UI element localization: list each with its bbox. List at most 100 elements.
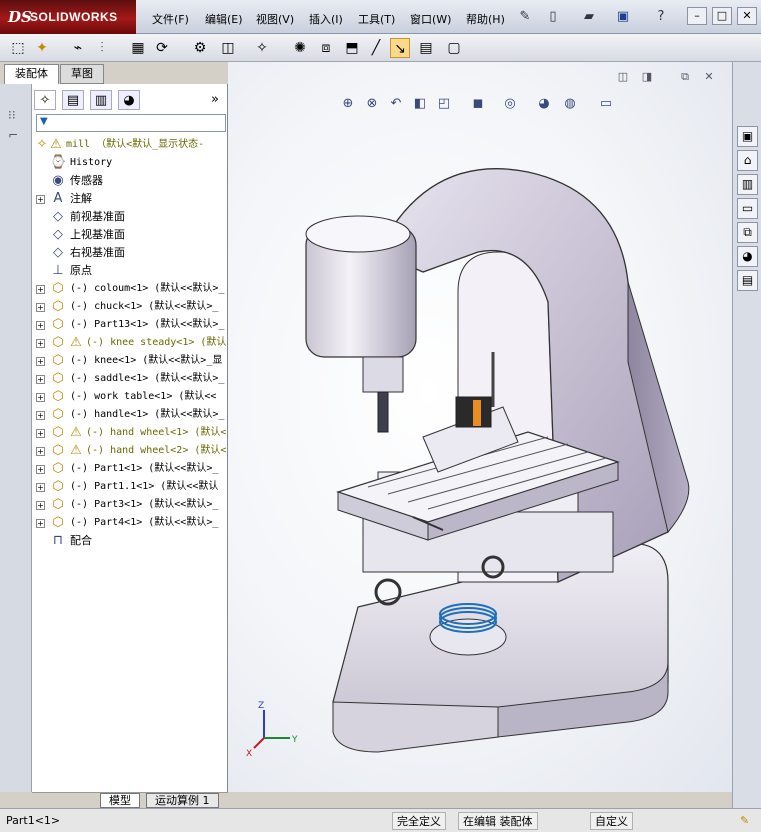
display-manager-icon[interactable]: ◕ — [118, 90, 140, 110]
chuck — [362, 356, 404, 393]
smart-fasteners-icon[interactable]: ⚙ — [190, 38, 210, 58]
tab-motion-study[interactable]: 运动算例 1 — [146, 793, 219, 808]
filter-funnel-icon[interactable]: ▼ — [40, 116, 48, 127]
view-palette-icon[interactable]: ⧉ — [737, 222, 758, 243]
part-icon: ⬡ — [52, 353, 64, 368]
tree-item[interactable]: + ⬡ (-) work table<1> (默认<< — [32, 388, 228, 406]
tree-item[interactable]: ⊓ 配合 — [32, 532, 228, 550]
tree-item[interactable]: + ⬡ (-) Part4<1> (默认<<默认>_ — [32, 514, 228, 532]
line-icon[interactable]: ╱ — [366, 38, 386, 58]
insert-component-icon[interactable]: ⬚ — [8, 38, 28, 58]
dots-icon[interactable]: ⁝⁝ — [8, 108, 24, 124]
expand-toggle-icon[interactable]: + — [36, 483, 45, 492]
file-explorer-icon[interactable]: ▭ — [737, 198, 758, 219]
expand-toggle-icon[interactable]: + — [36, 285, 45, 294]
tree-item[interactable]: + ⬡ (-) chuck<1> (默认<<默认>_ — [32, 298, 228, 316]
menu-file[interactable]: 文件(F) — [152, 11, 189, 27]
tree-item[interactable]: ◇ 右视基准面 — [32, 244, 228, 262]
restore-window-button[interactable]: □ — [712, 7, 732, 25]
mate-icon[interactable]: ⫶ — [92, 38, 112, 58]
expand-toggle-icon[interactable]: + — [36, 375, 45, 384]
help-question-icon[interactable]: ? — [652, 8, 670, 26]
status-custom[interactable]: 自定义 — [590, 812, 633, 830]
tab-sketch[interactable]: 草图 — [60, 64, 104, 84]
tree-item[interactable]: + ⬡ (-) Part3<1> (默认<<默认>_ — [32, 496, 228, 514]
reference-geometry-icon[interactable]: ⬒ — [342, 38, 362, 58]
explode-view-icon[interactable]: ◫ — [218, 38, 238, 58]
home-icon[interactable]: ⌂ — [737, 150, 758, 171]
tree-item[interactable]: + ⬡ (-) knee<1> (默认<<默认>_显 — [32, 352, 228, 370]
tab-assembly[interactable]: 装配体 — [4, 64, 59, 84]
expand-toggle-icon[interactable]: + — [36, 195, 45, 204]
paperclip-icon[interactable]: ⌁ — [68, 38, 88, 58]
mill-assembly-model[interactable]: Z Y X — [228, 62, 732, 792]
appearances-icon[interactable]: ◕ — [737, 246, 758, 267]
menu-edit[interactable]: 编辑(E) — [205, 11, 243, 27]
expand-toggle-icon[interactable]: + — [36, 303, 45, 312]
tree-item-label: (-) coloum<1> (默认<<默认>_ — [70, 283, 225, 294]
tree-item[interactable]: ◉ 传感器 — [32, 172, 228, 190]
menu-insert[interactable]: 插入(I) — [309, 11, 343, 27]
tree-item[interactable]: + ⬡ (-) Part1.1<1> (默认<<默认 — [32, 478, 228, 496]
tree-item[interactable]: ◇ 前视基准面 — [32, 208, 228, 226]
tree-item[interactable]: + ⬡ (-) saddle<1> (默认<<默认>_ — [32, 370, 228, 388]
menu-window[interactable]: 窗口(W) — [410, 11, 451, 27]
tree-item[interactable]: + ⬡ ⚠ (-) knee steady<1> (默认 — [32, 334, 228, 352]
property-manager-icon[interactable]: ▤ — [62, 90, 84, 110]
expand-toggle-icon[interactable]: + — [36, 465, 45, 474]
tree-item[interactable]: + ⬡ ⚠ (-) hand wheel<1> (默认< — [32, 424, 228, 442]
tree-filter[interactable]: ▼ — [36, 114, 226, 132]
tree-root-assembly[interactable]: ✧ ⚠ mill （默认<默认_显示状态- — [32, 136, 228, 154]
sketch-step-icon[interactable]: ⌐ — [8, 128, 24, 144]
open-folder-icon[interactable]: ▰ — [580, 8, 598, 26]
component-pattern-icon[interactable]: ▦ — [128, 38, 148, 58]
menu-view[interactable]: 视图(V) — [256, 11, 294, 27]
tag-icon[interactable]: ✎ — [736, 812, 753, 830]
sketch-icon[interactable]: ✧ — [252, 38, 272, 58]
expand-toggle-icon[interactable]: + — [36, 501, 45, 510]
tree-item[interactable]: ◇ 上视基准面 — [32, 226, 228, 244]
assembly-features-icon[interactable]: ⧈ — [316, 38, 336, 58]
minimize-window-button[interactable]: – — [687, 7, 707, 25]
tab-model[interactable]: 模型 — [100, 793, 140, 808]
selected-tool-icon[interactable]: ↘ — [390, 38, 410, 58]
expand-toggle-icon[interactable]: + — [36, 411, 45, 420]
expand-toggle-icon[interactable]: + — [36, 321, 45, 330]
tree-item[interactable]: + ⬡ (-) coloum<1> (默认<<默认>_ — [32, 280, 228, 298]
expand-toggle-icon[interactable]: + — [36, 447, 45, 456]
custom-properties-icon[interactable]: ▤ — [737, 270, 758, 291]
tree-item[interactable]: ⌚ History — [32, 154, 228, 172]
tree-item[interactable]: + ⬡ ⚠ (-) hand wheel<2> (默认< — [32, 442, 228, 460]
menu-help[interactable]: 帮助(H) — [466, 11, 505, 27]
expand-toggle-icon[interactable]: + — [36, 429, 45, 438]
part-icon: ⬡ — [52, 443, 64, 458]
part-icon: ⬡ — [52, 335, 64, 350]
more-tabs-icon[interactable]: » — [204, 90, 226, 110]
tree-item[interactable]: ⊥ 原点 — [32, 262, 228, 280]
frame-icon[interactable]: ▢ — [444, 38, 464, 58]
pin-icon[interactable]: ✎ — [516, 8, 534, 26]
solidworks-logo[interactable]: DS SOLIDWORKS — [0, 0, 136, 34]
tree-item[interactable]: + A 注解 — [32, 190, 228, 208]
tree-item-label: 右视基准面 — [70, 246, 125, 259]
configuration-manager-icon[interactable]: ▥ — [90, 90, 112, 110]
expand-toggle-icon[interactable]: + — [36, 519, 45, 528]
expand-toggle-icon[interactable]: + — [36, 393, 45, 402]
expand-toggle-icon[interactable]: + — [36, 357, 45, 366]
menu-tools[interactable]: 工具(T) — [358, 11, 395, 27]
graphics-viewport[interactable]: ◫ ◨ ⧉ ✕ ⊕ ⊗ ↶ ◧ ◰ ◼ ◎ ◕ ◍ ▭ Z Y X — [228, 62, 732, 792]
tree-item[interactable]: + ⬡ (-) Part1<1> (默认<<默认>_ — [32, 460, 228, 478]
move-component-icon[interactable]: ⟳ — [152, 38, 172, 58]
close-window-button[interactable]: ✕ — [737, 7, 757, 25]
tree-item[interactable]: + ⬡ (-) handle<1> (默认<<默认>_ — [32, 406, 228, 424]
new-document-icon[interactable]: ▯ — [544, 8, 562, 26]
design-library-icon[interactable]: ▥ — [737, 174, 758, 195]
expand-toggle-icon[interactable]: + — [36, 339, 45, 348]
solidworks-resources-icon[interactable]: ▣ — [737, 126, 758, 147]
new-part-icon[interactable]: ✦ — [32, 38, 52, 58]
feature-tree-icon[interactable]: ✧ — [34, 90, 56, 110]
interference-icon[interactable]: ✺ — [290, 38, 310, 58]
tree-item[interactable]: + ⬡ (-) Part13<1> (默认<<默认>_ — [32, 316, 228, 334]
save-icon[interactable]: ▣ — [614, 8, 632, 26]
sheet-icon[interactable]: ▤ — [416, 38, 436, 58]
